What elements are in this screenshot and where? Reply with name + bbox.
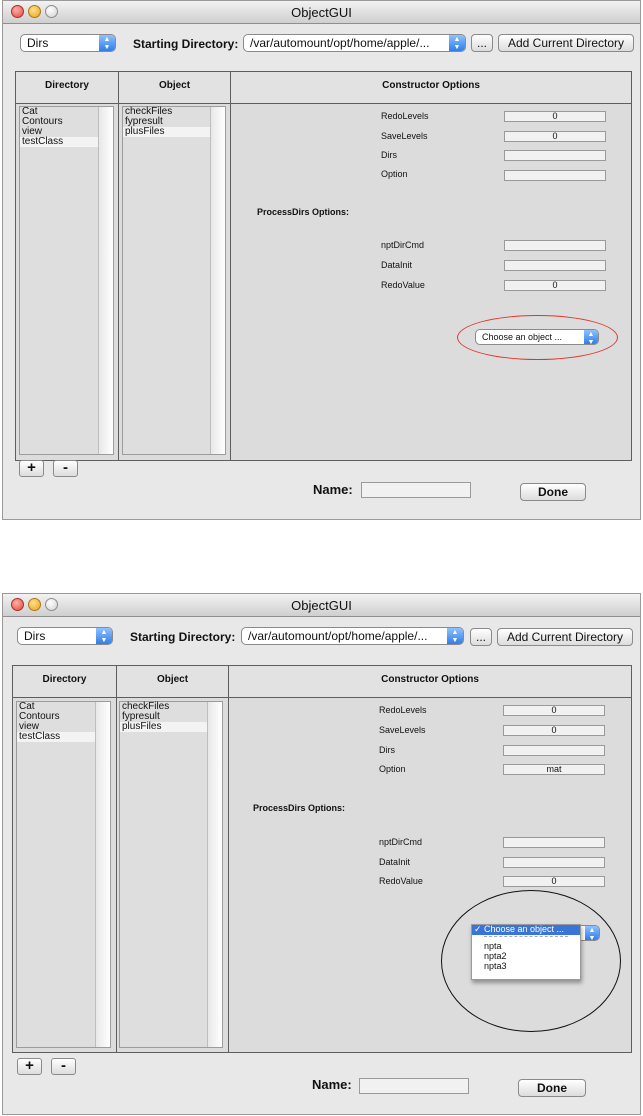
remove-button[interactable]: - bbox=[53, 460, 78, 477]
redovalue-label: RedoValue bbox=[381, 280, 425, 290]
option-field[interactable] bbox=[504, 170, 606, 181]
options-column-header: Constructor Options bbox=[231, 72, 631, 104]
add-button[interactable]: + bbox=[17, 1058, 42, 1075]
dirs-label: Dirs bbox=[381, 150, 397, 160]
add-current-directory-button[interactable]: Add Current Directory bbox=[498, 34, 634, 52]
starting-directory-value: /var/automount/opt/home/apple/... bbox=[250, 36, 430, 50]
dirs-label: Dirs bbox=[379, 745, 395, 755]
starting-directory-select[interactable]: /var/automount/opt/home/apple/... ▲ ▼ bbox=[243, 34, 466, 52]
header-divider bbox=[13, 697, 631, 698]
header-divider bbox=[16, 103, 631, 104]
redolevels-label: RedoLevels bbox=[381, 111, 429, 121]
option-label: Option bbox=[379, 764, 406, 774]
popup-arrows-icon: ▲ ▼ bbox=[447, 628, 463, 644]
column-divider bbox=[230, 103, 231, 460]
method-options-title: ProcessDirs Options: bbox=[253, 803, 346, 813]
column-divider bbox=[228, 697, 229, 1052]
object-list-scrollbar[interactable] bbox=[207, 702, 222, 1047]
dirs-field[interactable] bbox=[504, 150, 606, 161]
option-label: Option bbox=[381, 169, 408, 179]
name-label: Name: bbox=[313, 482, 353, 497]
redovalue-field[interactable]: 0 bbox=[503, 876, 605, 887]
nptdircmd-label: nptDirCmd bbox=[381, 240, 425, 250]
done-button[interactable]: Done bbox=[518, 1079, 586, 1097]
dirs-field[interactable] bbox=[503, 745, 605, 756]
redovalue-label: RedoValue bbox=[379, 876, 423, 886]
redolevels-label: RedoLevels bbox=[379, 705, 427, 715]
highlight-oval bbox=[441, 890, 621, 1032]
savelevels-field[interactable]: 0 bbox=[504, 131, 606, 142]
object-column-header: Object bbox=[117, 666, 229, 698]
popup-arrows-icon: ▲ ▼ bbox=[99, 35, 115, 51]
dir-mode-value: Dirs bbox=[24, 629, 46, 643]
directory-item-selected[interactable]: testClass bbox=[17, 732, 96, 742]
savelevels-label: SaveLevels bbox=[379, 725, 426, 735]
title-bar[interactable]: ObjectGUI bbox=[3, 1, 640, 24]
nptdircmd-field[interactable] bbox=[503, 837, 605, 848]
directory-list[interactable]: Cat Contours view testClass bbox=[16, 701, 111, 1048]
dir-mode-value: Dirs bbox=[27, 36, 49, 50]
object-list[interactable]: checkFiles fypresult plusFiles bbox=[119, 701, 223, 1048]
column-divider bbox=[116, 697, 117, 1052]
redolevels-field[interactable]: 0 bbox=[504, 111, 606, 122]
redolevels-field[interactable]: 0 bbox=[503, 705, 605, 716]
object-list[interactable]: checkFiles fypresult plusFiles bbox=[122, 106, 226, 455]
nptdircmd-label: nptDirCmd bbox=[379, 837, 423, 847]
browse-button[interactable]: ... bbox=[470, 628, 492, 646]
savelevels-field[interactable]: 0 bbox=[503, 725, 605, 736]
redovalue-field[interactable]: 0 bbox=[504, 280, 606, 291]
objectgui-window-1: ObjectGUI Dirs ▲ ▼ Starting Directory: /v… bbox=[2, 0, 641, 520]
done-button[interactable]: Done bbox=[520, 483, 586, 501]
name-field[interactable] bbox=[361, 482, 471, 498]
directory-column-header: Directory bbox=[13, 666, 117, 698]
starting-directory-label: Starting Directory: bbox=[133, 37, 239, 51]
directory-list[interactable]: Cat Contours view testClass bbox=[19, 106, 114, 455]
starting-directory-value: /var/automount/opt/home/apple/... bbox=[248, 629, 428, 643]
datainit-label: DataInit bbox=[381, 260, 413, 270]
add-current-directory-button[interactable]: Add Current Directory bbox=[497, 628, 633, 646]
name-field[interactable] bbox=[359, 1078, 469, 1094]
option-field[interactable]: mat bbox=[503, 764, 605, 775]
object-item-selected[interactable]: plusFiles bbox=[123, 127, 211, 137]
directory-list-scrollbar[interactable] bbox=[95, 702, 110, 1047]
highlight-oval bbox=[457, 315, 618, 360]
remove-button[interactable]: - bbox=[51, 1058, 76, 1075]
starting-directory-select[interactable]: /var/automount/opt/home/apple/... ▲ ▼ bbox=[241, 627, 464, 645]
name-label: Name: bbox=[312, 1077, 352, 1092]
object-item-selected[interactable]: plusFiles bbox=[120, 722, 208, 732]
datainit-field[interactable] bbox=[504, 260, 606, 271]
dir-mode-select[interactable]: Dirs ▲ ▼ bbox=[17, 627, 113, 645]
main-panel: Directory Object Constructor Options Cat… bbox=[12, 665, 632, 1053]
popup-arrows-icon: ▲ ▼ bbox=[96, 628, 112, 644]
popup-arrows-icon: ▲ ▼ bbox=[449, 35, 465, 51]
datainit-label: DataInit bbox=[379, 857, 411, 867]
add-button[interactable]: + bbox=[19, 460, 44, 477]
object-list-scrollbar[interactable] bbox=[210, 107, 225, 454]
objectgui-window-2: ObjectGUI Dirs ▲ ▼ Starting Directory: /v… bbox=[2, 593, 641, 1115]
datainit-field[interactable] bbox=[503, 857, 605, 868]
browse-button[interactable]: ... bbox=[471, 34, 493, 52]
savelevels-label: SaveLevels bbox=[381, 131, 428, 141]
main-panel: Directory Object Constructor Options Cat… bbox=[15, 71, 632, 461]
method-options-title: ProcessDirs Options: bbox=[257, 207, 350, 217]
window-title: ObjectGUI bbox=[291, 598, 352, 613]
options-column-header: Constructor Options bbox=[229, 666, 631, 698]
directory-list-scrollbar[interactable] bbox=[98, 107, 113, 454]
starting-directory-label: Starting Directory: bbox=[130, 630, 236, 644]
directory-column-header: Directory bbox=[16, 72, 119, 104]
title-bar[interactable]: ObjectGUI bbox=[3, 594, 640, 617]
object-column-header: Object bbox=[119, 72, 231, 104]
window-title: ObjectGUI bbox=[291, 5, 352, 20]
dir-mode-select[interactable]: Dirs ▲ ▼ bbox=[20, 34, 116, 52]
nptdircmd-field[interactable] bbox=[504, 240, 606, 251]
column-divider bbox=[118, 103, 119, 460]
directory-item-selected[interactable]: testClass bbox=[20, 137, 99, 147]
